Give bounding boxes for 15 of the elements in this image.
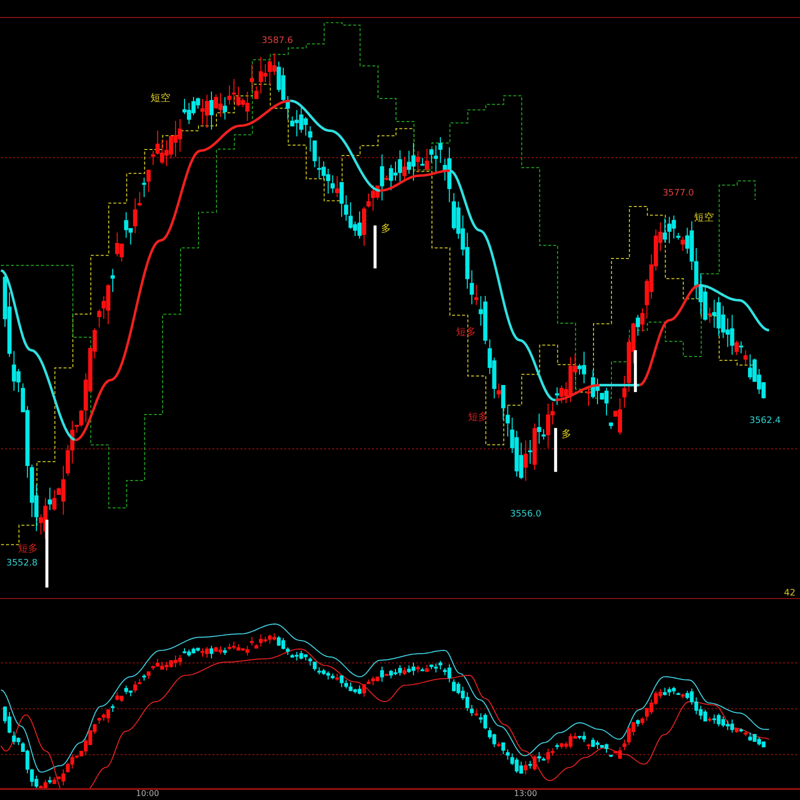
price-label: 3577.0 bbox=[662, 188, 694, 198]
signal-label: 短多 bbox=[468, 412, 488, 423]
signal-label: 多 bbox=[562, 428, 572, 440]
time-label: 10:00 bbox=[136, 789, 160, 800]
signal-label: 多 bbox=[381, 223, 392, 234]
signal-label: 短空 bbox=[694, 212, 714, 224]
time-label: 13:00 bbox=[514, 789, 538, 800]
price-label: 3587.6 bbox=[262, 36, 293, 46]
edge-label: 42 bbox=[784, 588, 796, 598]
signal-label: 短多 bbox=[456, 327, 476, 338]
price-label: 3556.0 bbox=[510, 510, 542, 520]
price-label: 3562.4 bbox=[749, 416, 781, 426]
signal-label: 短空 bbox=[150, 92, 171, 104]
signal-label: 短多 bbox=[18, 544, 38, 555]
price-label: 3552.8 bbox=[6, 558, 38, 569]
